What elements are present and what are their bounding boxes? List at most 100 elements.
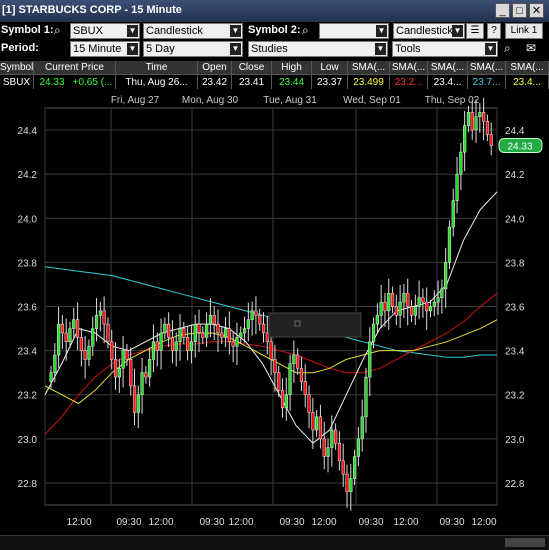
candle: [337, 442, 342, 462]
y-tick-right: 24.4: [505, 126, 525, 137]
candle: [231, 341, 235, 347]
date-label: Mon, Aug 30: [182, 95, 239, 106]
candle: [368, 341, 372, 378]
candle: [170, 337, 175, 351]
candle: [417, 297, 421, 307]
chevron-down-icon: ▼: [127, 43, 138, 55]
candle: [129, 359, 133, 387]
col-time[interactable]: Time: [116, 61, 198, 75]
candle: [409, 306, 414, 316]
chevron-down-icon: ▼: [375, 43, 386, 55]
candle: [360, 416, 364, 440]
candle: [258, 315, 262, 325]
chart-type-select[interactable]: Candlestick ▼: [143, 23, 243, 39]
chart-type2-select[interactable]: Candlestick ▼: [393, 23, 465, 39]
candle: [466, 112, 471, 126]
y-tick-right: 23.4: [505, 347, 525, 358]
help-button[interactable]: ?: [487, 23, 501, 39]
date-label: Wed, Sep 01: [343, 95, 401, 106]
x-tick-label: 12:00: [148, 517, 173, 528]
candle: [208, 315, 213, 325]
candle: [280, 390, 285, 409]
candle: [277, 372, 281, 391]
date-label: Tue, Aug 31: [263, 95, 317, 106]
candle: [265, 332, 269, 343]
col-current-price[interactable]: Current Price: [34, 61, 116, 75]
col-sma4[interactable]: SMA(...: [468, 61, 506, 75]
col-sma2[interactable]: SMA(...: [390, 61, 428, 75]
candle: [269, 341, 273, 360]
symbol2-input[interactable]: ▼: [319, 23, 389, 39]
col-high[interactable]: High: [272, 61, 312, 75]
candle: [451, 200, 455, 228]
quote-change: +0.65 (...: [70, 75, 116, 89]
studies-select[interactable]: Studies ▼: [248, 41, 388, 57]
candle: [413, 306, 417, 316]
candle: [440, 288, 444, 298]
price-chart[interactable]: Fri, Aug 27 Mon, Aug 30 Tue, Aug 31 Wed, Se…: [0, 90, 549, 536]
candle: [394, 306, 398, 316]
x-tick-label: 12:00: [471, 517, 496, 528]
x-tick-label: 09:30: [116, 517, 141, 528]
chevron-down-icon: ▼: [230, 43, 241, 55]
period-toolbar: Period: 15 Minute ▼ 5 Day ▼ Studies ▼ Tools…: [0, 40, 549, 58]
candle: [136, 394, 140, 413]
period-label: Period:: [1, 42, 39, 54]
y-tick-left: 23.0: [18, 435, 38, 446]
candle: [334, 429, 338, 444]
y-tick-left: 23.6: [18, 303, 38, 314]
col-sma5[interactable]: SMA(...: [506, 61, 549, 75]
y-tick-right: 24.0: [505, 214, 525, 225]
candle: [383, 301, 387, 312]
candle: [178, 328, 182, 343]
candle: [444, 262, 448, 290]
date-label: Thu, Sep 02: [425, 95, 480, 106]
search-icon[interactable]: ⌕: [302, 23, 309, 38]
col-sma1[interactable]: SMA(...: [348, 61, 390, 75]
zoom-icon[interactable]: ⌕: [504, 41, 511, 56]
link-button[interactable]: Link 1: [505, 23, 543, 39]
y-tick-right: 24.2: [505, 170, 525, 181]
col-sma3[interactable]: SMA(...: [428, 61, 468, 75]
last-price-label: 24.33: [507, 141, 532, 152]
col-symbol[interactable]: Symbol: [0, 61, 34, 75]
tools-select[interactable]: Tools ▼: [392, 41, 498, 57]
candle: [57, 323, 61, 356]
period-select[interactable]: 15 Minute ▼: [70, 41, 140, 57]
menu-button[interactable]: ☰: [466, 23, 484, 39]
quote-row[interactable]: SBUX 24.33 +0.65 (... Thu, Aug 26... 23.…: [0, 75, 549, 90]
candle: [482, 112, 486, 122]
candle: [94, 315, 99, 329]
col-close[interactable]: Close: [232, 61, 272, 75]
candle: [239, 332, 243, 338]
candle: [330, 429, 334, 448]
col-open[interactable]: Open: [198, 61, 232, 75]
candle: [223, 328, 228, 338]
candle: [110, 341, 114, 360]
candle: [121, 350, 125, 369]
close-button[interactable]: ✕: [529, 3, 544, 18]
x-tick-label: 09:30: [439, 517, 464, 528]
candle: [189, 341, 194, 351]
y-tick-right: 23.2: [505, 391, 525, 402]
range-select[interactable]: 5 Day ▼: [143, 41, 243, 57]
scrollbar[interactable]: [0, 535, 549, 550]
candle: [68, 328, 72, 343]
col-low[interactable]: Low: [312, 61, 348, 75]
maximize-button[interactable]: □: [512, 3, 527, 18]
candle: [212, 315, 216, 325]
quote-sma3: 23.4...: [428, 75, 468, 89]
candle: [455, 173, 459, 201]
candle: [235, 337, 239, 347]
minimize-button[interactable]: _: [495, 3, 510, 18]
search-icon[interactable]: ⌕: [54, 23, 61, 38]
chat-icon[interactable]: ✉: [526, 41, 536, 55]
candle: [53, 354, 57, 373]
symbol1-input[interactable]: SBUX ▼: [70, 23, 140, 39]
scrollbar-thumb[interactable]: [505, 538, 545, 547]
candle: [132, 385, 137, 413]
candle: [151, 341, 156, 360]
candle: [349, 478, 353, 492]
quote-low: 23.37: [312, 75, 348, 89]
candle: [246, 319, 250, 329]
